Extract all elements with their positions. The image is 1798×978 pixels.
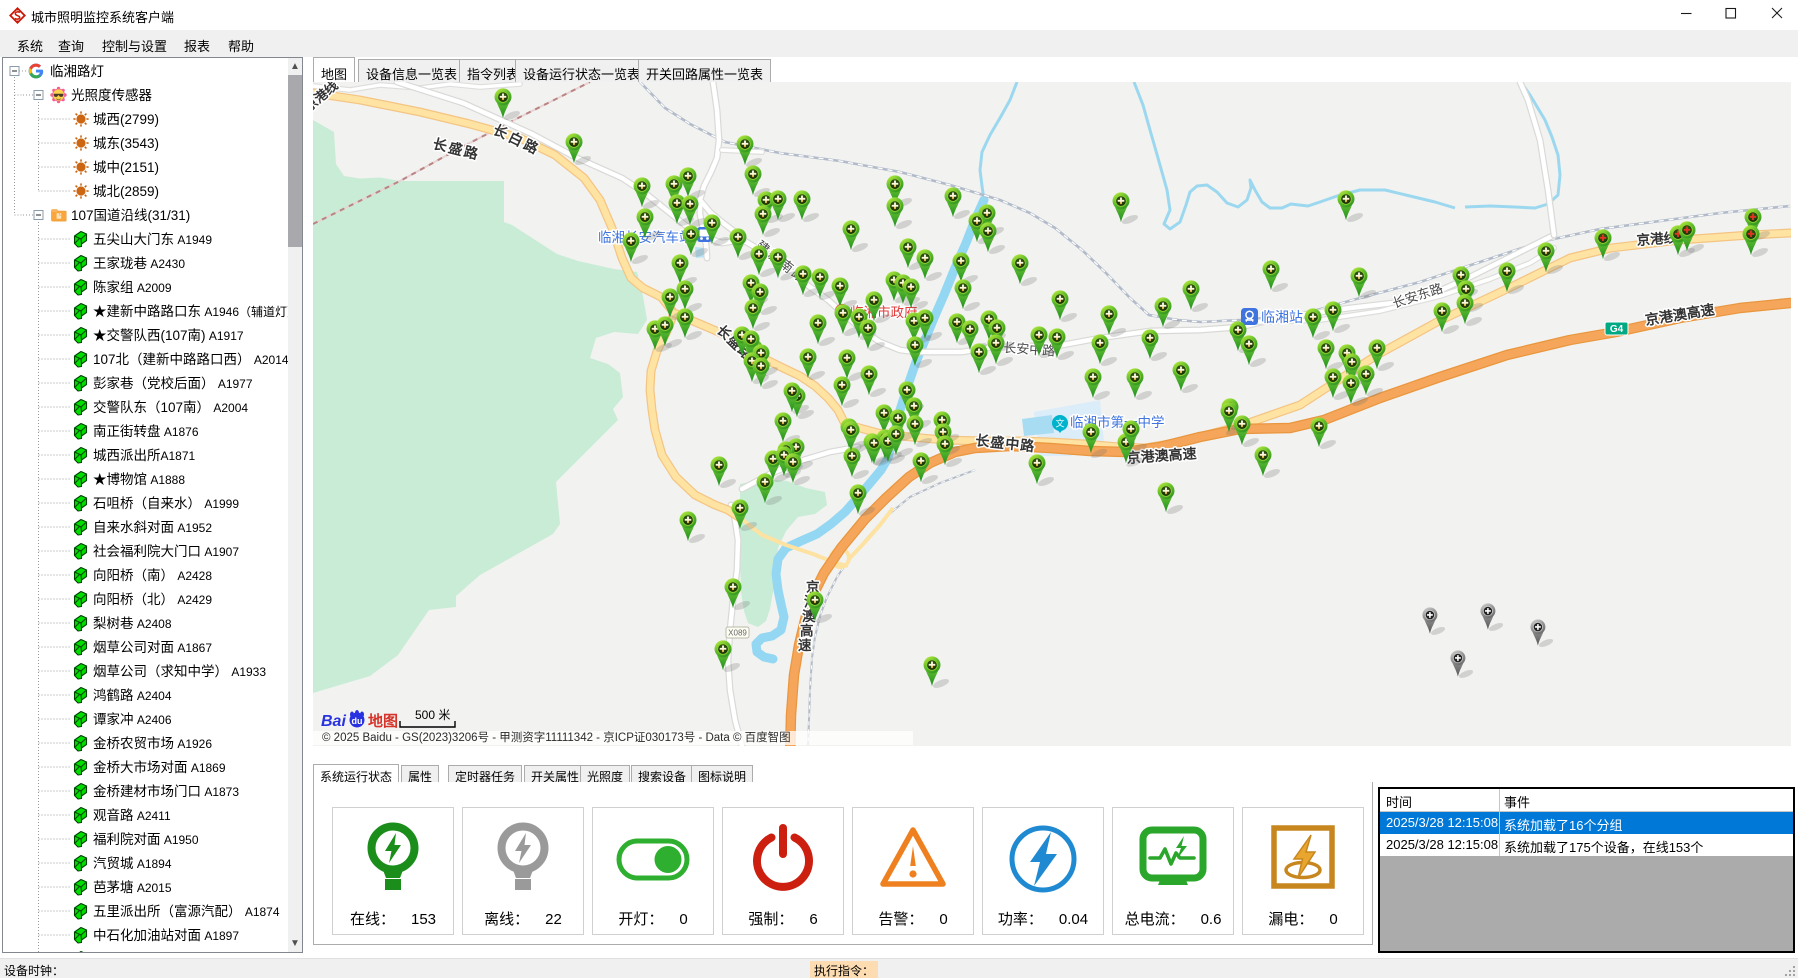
svg-text:自来水斜对面 A1952: 自来水斜对面 A1952 [93,520,212,535]
svg-text:城中(2151): 城中(2151) [93,160,159,175]
svg-text:G4: G4 [1610,324,1624,335]
svg-text:107国道沿线(31/31): 107国道沿线(31/31) [71,208,190,223]
svg-text:城北(2859): 城北(2859) [93,184,159,199]
svg-text:王家珑巷 A2430: 王家珑巷 A2430 [93,255,185,271]
svg-text:五里派出所（富源汽配） A1874: 五里派出所（富源汽配） A1874 [93,903,280,919]
svg-text:X089: X089 [728,629,747,638]
svg-text:谭家冲 A2406: 谭家冲 A2406 [93,711,172,727]
svg-text:500 米: 500 米 [415,708,450,722]
svg-text:金桥大市场对面 A1869: 金桥大市场对面 A1869 [93,759,226,775]
svg-text:光照度传感器: 光照度传感器 [71,87,152,103]
svg-text:★建新中路路口东 A1946（辅道灯）: ★建新中路路口东 A1946（辅道灯） [93,304,290,319]
svg-text:高: 高 [800,623,814,639]
svg-text:城西派出所A1871: 城西派出所A1871 [93,448,196,463]
svg-text:社会福利院大门口 A1907: 社会福利院大门口 A1907 [93,544,239,559]
svg-text:向阳桥（南） A2428: 向阳桥（南） A2428 [93,568,212,583]
svg-text:向阳桥（北） A2429: 向阳桥（北） A2429 [93,592,212,607]
svg-text:城西(2799): 城西(2799) [93,112,159,127]
svg-text:中石化加油站对面 A1897: 中石化加油站对面 A1897 [93,928,239,943]
svg-text:观音路 A2411: 观音路 A2411 [93,807,171,823]
svg-text:文: 文 [1055,418,1064,429]
svg-text:© 2025 Baidu - GS(2023)3206号 -: © 2025 Baidu - GS(2023)3206号 - 甲测资字11111… [322,730,791,744]
svg-text:烟草公司（求知中学） A1933: 烟草公司（求知中学） A1933 [93,663,266,679]
svg-text:梨树巷 A2408: 梨树巷 A2408 [93,616,172,631]
svg-text:陈家组 A2009: 陈家组 A2009 [93,279,172,295]
svg-text:金桥建材市场门口 A1873: 金桥建材市场门口 A1873 [93,783,239,799]
svg-text:汽贸城 A1894: 汽贸城 A1894 [93,856,172,871]
svg-text:鸿鹤路 A2404: 鸿鹤路 A2404 [93,687,172,703]
svg-text:南正街转盘 A1876: 南正街转盘 A1876 [93,423,199,439]
svg-text:★博物馆 A1888: ★博物馆 A1888 [93,471,185,487]
svg-text:芭茅塘 A2015: 芭茅塘 A2015 [93,880,172,895]
svg-text:福利院对面 A1950: 福利院对面 A1950 [93,832,199,847]
svg-text:城东(3543): 城东(3543) [93,136,159,151]
svg-text:烟草公司对面 A1867: 烟草公司对面 A1867 [93,640,212,655]
svg-text:石咀桥（自来水） A1999: 石咀桥（自来水） A1999 [93,496,239,511]
svg-text:临湘站: 临湘站 [1261,309,1303,325]
svg-text:交警队东（107南） A2004: 交警队东（107南） A2004 [93,399,248,415]
svg-text:地图: 地图 [368,712,398,730]
svg-text:金桥农贸市场 A1926: 金桥农贸市场 A1926 [93,735,212,751]
svg-text:临湘路灯: 临湘路灯 [50,64,104,79]
svg-text:107北（建新中路路口西） A2014: 107北（建新中路路口西） A2014 [93,352,289,367]
svg-text:★交警队西(107南) A1917: ★交警队西(107南) A1917 [93,327,244,343]
svg-text:彭家巷（党校后面） A1977: 彭家巷（党校后面） A1977 [93,375,253,391]
svg-text:速: 速 [798,637,812,653]
svg-text:Bai: Bai [321,713,346,730]
svg-text:五尖山大门东 A1949: 五尖山大门东 A1949 [93,232,212,247]
svg-text:du: du [352,716,363,726]
